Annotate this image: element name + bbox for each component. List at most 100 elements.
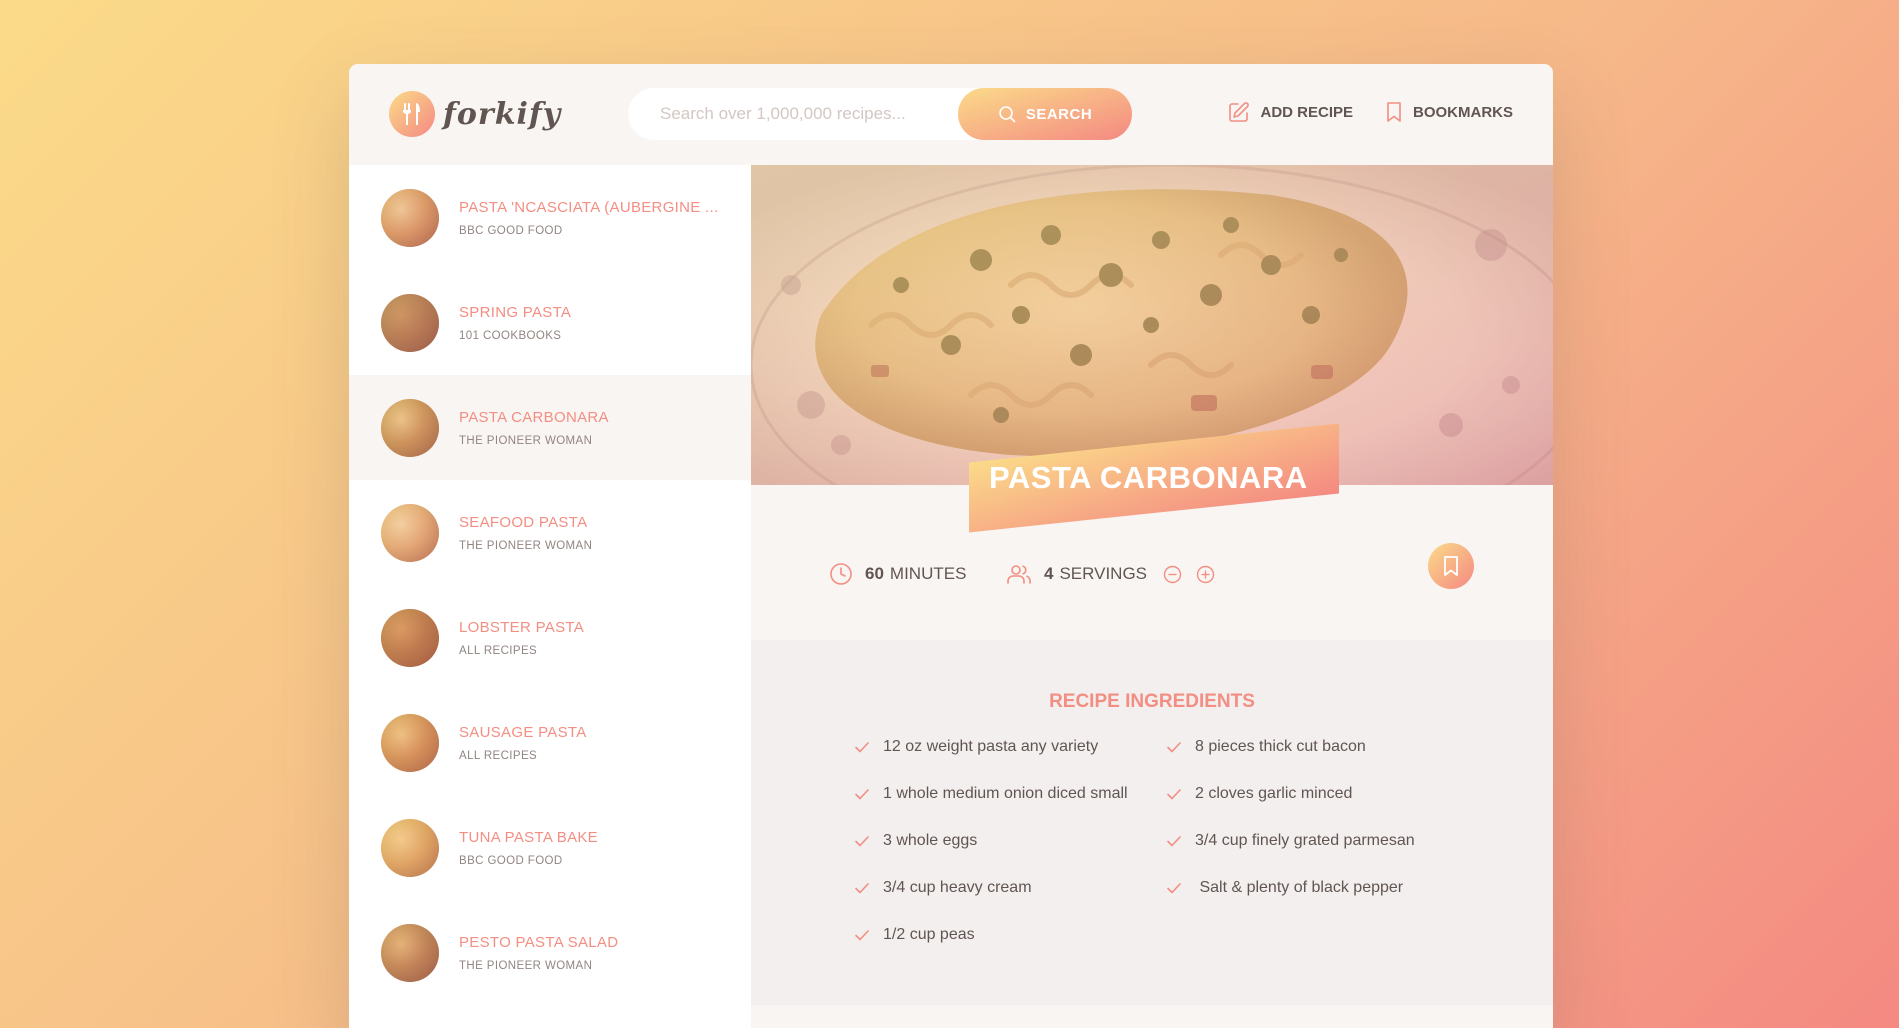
check-icon [1167, 742, 1181, 753]
result-title: PASTA CARBONARA [459, 408, 609, 426]
bookmarks-label: BOOKMARKS [1413, 103, 1513, 121]
check-icon [855, 742, 869, 753]
ingredient-text: 8 pieces thick cut bacon [1195, 738, 1366, 755]
forkify-app: forkify SEARCH ADD RECIPE [349, 64, 1553, 1028]
check-icon [855, 930, 869, 941]
decrease-servings-button[interactable] [1163, 565, 1194, 584]
result-thumbnail [381, 188, 439, 247]
result-item[interactable]: SPRING PASTA 101 COOKBOOKS [349, 270, 751, 375]
result-thumbnail [381, 398, 439, 457]
result-text: LOBSTER PASTA ALL RECIPES [459, 619, 584, 657]
ingredient-text: Salt & plenty of black pepper [1195, 879, 1404, 896]
ingredient: 3 whole eggs [854, 829, 1166, 853]
plus-circle-icon [1196, 565, 1215, 583]
result-publisher: ALL RECIPES [459, 644, 538, 657]
bookmark-icon [1444, 556, 1458, 576]
recipe-view: PASTA CARBONARA 60 MINUTES 4 SERVINGS RE… [751, 165, 1553, 1028]
search-input[interactable] [658, 103, 952, 125]
result-publisher: ALL RECIPES [459, 749, 538, 762]
logo[interactable]: forkify [389, 91, 561, 137]
search-results: PASTA 'NCASCIATA (AUBERGINE ... BBC GOOD … [349, 165, 751, 1028]
check-icon [855, 789, 869, 800]
edit-icon [1229, 102, 1250, 122]
fork-knife-icon [389, 91, 435, 137]
result-item[interactable]: SAUSAGE PASTA ALL RECIPES [349, 690, 751, 795]
recipe-image [751, 165, 1553, 485]
result-item[interactable]: TUNA PASTA BAKE BBC GOOD FOOD [349, 795, 751, 900]
bookmarks-button[interactable]: BOOKMARKS [1385, 101, 1513, 123]
result-thumbnail [381, 503, 439, 562]
result-publisher: BBC GOOD FOOD [459, 854, 563, 867]
result-text: PASTA 'NCASCIATA (AUBERGINE ... BBC GOOD … [459, 199, 718, 237]
recipe-title-text: PASTA CARBONARA [989, 460, 1308, 495]
result-title: TUNA PASTA BAKE [459, 828, 598, 846]
increase-servings-button[interactable] [1196, 565, 1227, 584]
add-recipe-label: ADD RECIPE [1260, 103, 1353, 121]
ingredient: 12 oz weight pasta any variety [854, 735, 1166, 759]
result-title: PASTA 'NCASCIATA (AUBERGINE ... [459, 198, 719, 216]
result-text: PESTO PASTA SALAD THE PIONEER WOMAN [459, 934, 618, 972]
recipe-ingredients: RECIPE INGREDIENTS 12 oz weight pasta an… [751, 640, 1553, 1005]
result-text: SEAFOOD PASTA THE PIONEER WOMAN [459, 514, 592, 552]
ingredient: 1 whole medium onion diced small [854, 782, 1166, 806]
add-recipe-button[interactable]: ADD RECIPE [1228, 101, 1353, 123]
servings-value: 4 [1044, 564, 1054, 583]
servings: 4 SERVINGS [1006, 562, 1229, 586]
result-item[interactable]: LOBSTER PASTA ALL RECIPES [349, 585, 751, 690]
recipe-directions-strip [751, 1005, 1553, 1028]
ingredients-heading: RECIPE INGREDIENTS [1049, 691, 1255, 712]
result-item[interactable]: SEAFOOD PASTA THE PIONEER WOMAN [349, 480, 751, 585]
minus-circle-icon [1163, 565, 1182, 583]
check-icon [855, 836, 869, 847]
servings-controls [1163, 565, 1229, 584]
servings-unit: SERVINGS [1059, 564, 1148, 583]
ingredient: Salt & plenty of black pepper [1166, 876, 1454, 900]
result-title: SEAFOOD PASTA [459, 513, 588, 531]
search-button[interactable]: SEARCH [958, 88, 1132, 140]
ingredient-text: 1 whole medium onion diced small [883, 785, 1128, 802]
ingredient-list: 12 oz weight pasta any variety 8 pieces t… [854, 735, 1454, 947]
result-title: PESTO PASTA SALAD [459, 933, 619, 951]
ingredient: 2 cloves garlic minced [1166, 782, 1454, 806]
result-text: TUNA PASTA BAKE BBC GOOD FOOD [459, 829, 598, 867]
cooking-time: 60 MINUTES [829, 562, 966, 586]
result-publisher: THE PIONEER WOMAN [459, 539, 593, 552]
result-thumbnail [381, 713, 439, 772]
result-publisher: 101 COOKBOOKS [459, 329, 562, 342]
result-thumbnail [381, 818, 439, 877]
search-icon [999, 106, 1016, 123]
ingredient-text: 3/4 cup heavy cream [883, 879, 1032, 896]
cooking-time-value: 60 [865, 564, 884, 583]
clock-icon [830, 563, 852, 585]
result-title: SAUSAGE PASTA [459, 723, 587, 741]
ingredient: 8 pieces thick cut bacon [1166, 735, 1454, 759]
ingredient-text: 3 whole eggs [883, 832, 978, 849]
result-item[interactable]: PESTO PASTA SALAD THE PIONEER WOMAN [349, 900, 751, 1005]
users-icon [1007, 565, 1031, 584]
ingredient-text: 2 cloves garlic minced [1195, 785, 1353, 802]
check-icon [855, 883, 869, 894]
check-icon [1167, 789, 1181, 800]
result-text: PASTA CARBONARA THE PIONEER WOMAN [459, 409, 609, 447]
search-form: SEARCH [628, 88, 1132, 140]
result-title: SPRING PASTA [459, 303, 572, 321]
result-publisher: BBC GOOD FOOD [459, 224, 563, 237]
logo-text: forkify [443, 96, 562, 132]
result-thumbnail [381, 293, 439, 352]
result-title: LOBSTER PASTA [459, 618, 585, 636]
ingredient-text: 12 oz weight pasta any variety [883, 738, 1099, 755]
bookmark-recipe-button[interactable] [1428, 543, 1474, 589]
ingredient: 1/2 cup peas [854, 923, 1166, 947]
search-button-label: SEARCH [1025, 105, 1093, 123]
main-nav: ADD RECIPE BOOKMARKS [1196, 101, 1513, 123]
result-thumbnail [381, 923, 439, 982]
result-publisher: THE PIONEER WOMAN [459, 959, 593, 972]
check-icon [1167, 883, 1181, 894]
result-thumbnail [381, 608, 439, 667]
result-publisher: THE PIONEER WOMAN [459, 434, 593, 447]
result-item[interactable]: PASTA CARBONARA THE PIONEER WOMAN [349, 375, 751, 480]
ingredient: 3/4 cup heavy cream [854, 876, 1166, 900]
result-item[interactable]: PASTA 'NCASCIATA (AUBERGINE ... BBC GOOD … [349, 165, 751, 270]
bookmark-icon [1387, 102, 1401, 122]
ingredient-text: 3/4 cup finely grated parmesan [1195, 832, 1415, 849]
